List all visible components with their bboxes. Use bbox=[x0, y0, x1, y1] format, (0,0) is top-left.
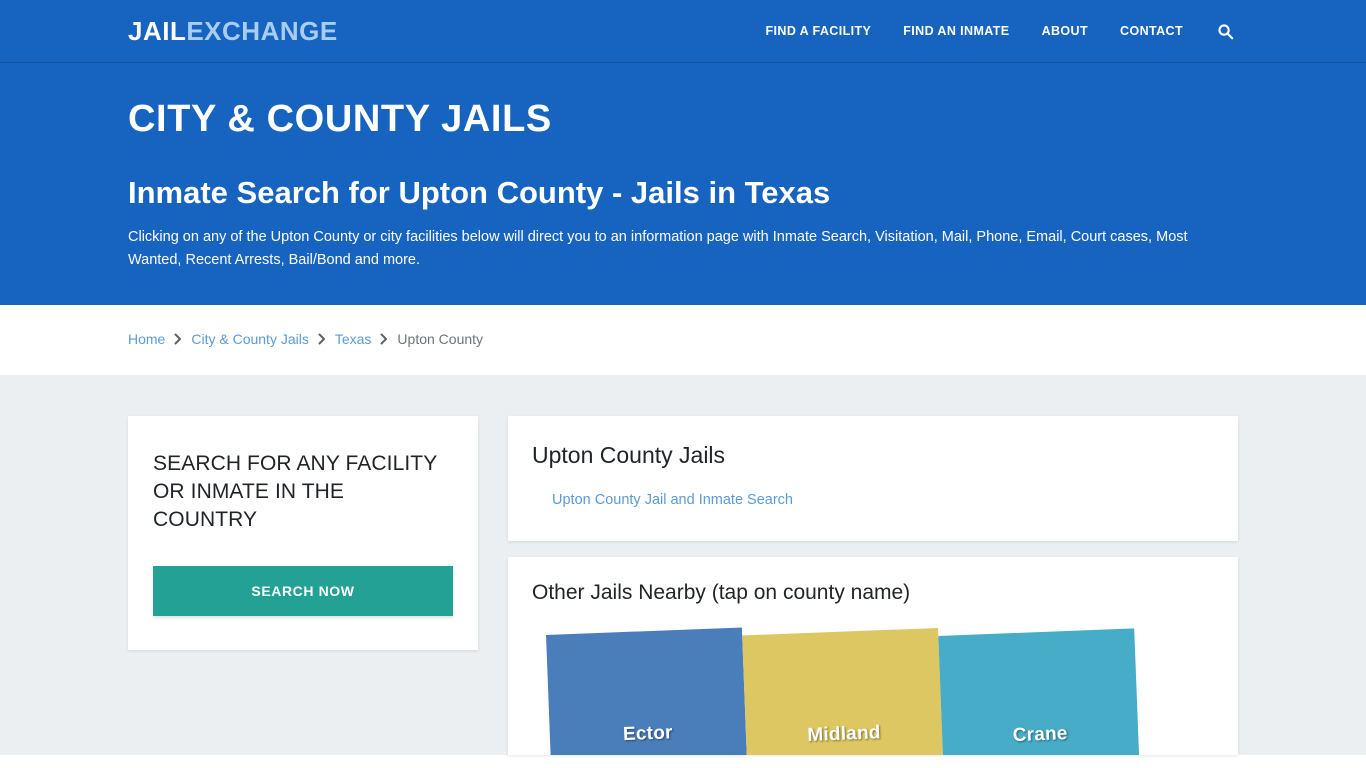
breadcrumb-separator-icon bbox=[318, 333, 326, 345]
list-item: Upton County Jail and Inmate Search bbox=[552, 491, 1214, 509]
chart-bars-group: Ector Midland Crane bbox=[546, 612, 1157, 756]
page-title: Inmate Search for Upton County - Jails i… bbox=[128, 174, 831, 210]
county-jails-list: Upton County Jail and Inmate Search bbox=[532, 491, 1214, 509]
main-content: SEARCH FOR ANY FACILITY OR INMATE IN THE… bbox=[0, 375, 1366, 756]
nearby-jails-card: Other Jails Nearby (tap on county name) … bbox=[508, 557, 1238, 756]
sidebar-column: SEARCH FOR ANY FACILITY OR INMATE IN THE… bbox=[128, 416, 478, 651]
chart-bar-ector[interactable]: Ector bbox=[546, 627, 754, 756]
chart-bar-label: Ector bbox=[622, 722, 674, 746]
chart-bar-label: Crane bbox=[1012, 723, 1068, 747]
breadcrumb-separator-icon bbox=[380, 333, 388, 345]
nav-item-about[interactable]: ABOUT bbox=[1026, 24, 1104, 38]
search-promo-heading: SEARCH FOR ANY FACILITY OR INMATE IN THE… bbox=[153, 452, 437, 532]
breadcrumb-item-city-county-jails[interactable]: City & County Jails bbox=[191, 331, 308, 347]
site-header: JAILEXCHANGE FIND A FACILITY FIND AN INM… bbox=[0, 0, 1366, 63]
chart-bar-label: Midland bbox=[807, 722, 881, 747]
breadcrumb-bar: Home City & County Jails Texas Upton Cou… bbox=[0, 305, 1366, 376]
breadcrumb-separator-icon bbox=[174, 333, 182, 345]
main-navigation: FIND A FACILITY FIND AN INMATE ABOUT CON… bbox=[750, 23, 1239, 40]
breadcrumb-item-texas[interactable]: Texas bbox=[335, 331, 372, 347]
site-logo[interactable]: JAILEXCHANGE bbox=[128, 18, 338, 44]
page-kicker: CITY & COUNTY JAILS bbox=[128, 98, 552, 140]
search-promo-card: SEARCH FOR ANY FACILITY OR INMATE IN THE… bbox=[128, 416, 478, 651]
chart-bar-midland[interactable]: Midland bbox=[742, 628, 950, 756]
page-description: Clicking on any of the Upton County or c… bbox=[128, 229, 1188, 268]
county-jails-heading: Upton County Jails bbox=[532, 442, 726, 469]
nearby-jails-heading: Other Jails Nearby (tap on county name) bbox=[532, 581, 911, 605]
nav-item-find-an-inmate[interactable]: FIND AN INMATE bbox=[887, 24, 1025, 38]
nav-item-contact[interactable]: CONTACT bbox=[1104, 24, 1199, 38]
county-jails-card: Upton County Jails Upton County Jail and… bbox=[508, 416, 1238, 542]
results-column: Upton County Jails Upton County Jail and… bbox=[508, 416, 1238, 756]
logo-text-secondary: EXCHANGE bbox=[186, 16, 338, 46]
breadcrumb-item-home[interactable]: Home bbox=[128, 331, 165, 347]
breadcrumb: Home City & County Jails Texas Upton Cou… bbox=[128, 331, 1238, 347]
nearby-counties-chart: Ector Midland Crane bbox=[546, 627, 1214, 756]
hero-section: CITY & COUNTY JAILS Inmate Search for Up… bbox=[0, 63, 1366, 306]
breadcrumb-item-current: Upton County bbox=[397, 331, 484, 348]
nav-item-find-a-facility[interactable]: FIND A FACILITY bbox=[750, 24, 888, 38]
search-icon[interactable] bbox=[1199, 23, 1238, 40]
logo-text-primary: JAIL bbox=[128, 16, 187, 46]
jail-link-upton-county-jail[interactable]: Upton County Jail and Inmate Search bbox=[552, 492, 793, 508]
chart-bar-crane[interactable]: Crane bbox=[938, 628, 1146, 756]
search-now-button[interactable]: SEARCH NOW bbox=[153, 566, 453, 617]
